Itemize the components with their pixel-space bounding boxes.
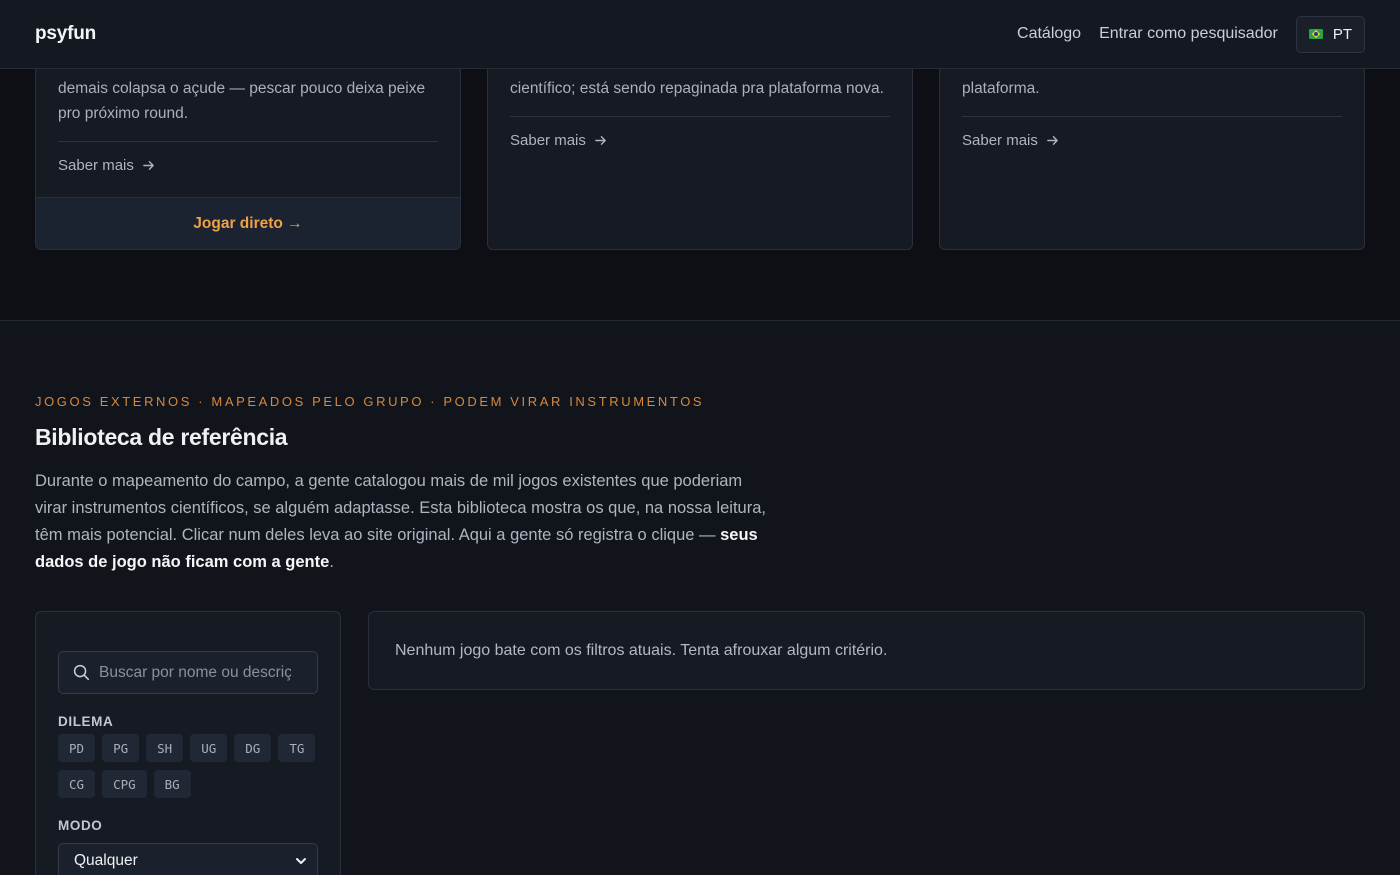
dilemma-chip-bg[interactable]: BG bbox=[153, 770, 191, 798]
library-title: Biblioteca de referência bbox=[35, 424, 288, 450]
learn-more-label: Saber mais bbox=[962, 132, 1038, 149]
card-divider bbox=[510, 116, 890, 117]
library-intro-end: . bbox=[329, 553, 334, 571]
brand-logo[interactable]: psyfun bbox=[35, 23, 96, 45]
card-divider bbox=[962, 116, 1342, 117]
nav-catalog-link[interactable]: Catálogo bbox=[1017, 25, 1081, 43]
play-direct-button[interactable]: Jogar direto → bbox=[36, 197, 460, 249]
empty-results-message: Nenhum jogo bate com os filtros atuais. … bbox=[395, 641, 888, 659]
arrow-right-icon bbox=[1047, 136, 1058, 145]
arrow-right-icon bbox=[595, 136, 606, 145]
filters-panel: DILEMA PD PG SH UG DG TG CG CPG BG MODO … bbox=[35, 611, 341, 875]
chevron-down-icon bbox=[296, 858, 306, 864]
library-eyebrow: JOGOS EXTERNOS · MAPEADOS PELO GRUPO · P… bbox=[35, 394, 705, 409]
search-icon bbox=[73, 664, 90, 681]
learn-more-link[interactable]: Saber mais bbox=[510, 132, 607, 149]
dilemma-filter-label: DILEMA bbox=[58, 714, 114, 729]
nav-researcher-login-link[interactable]: Entrar como pesquisador bbox=[1099, 25, 1278, 43]
card-divider bbox=[58, 141, 438, 142]
dilemma-chip-pd[interactable]: PD bbox=[58, 734, 96, 762]
top-navbar: psyfun Catálogo Entrar como pesquisador … bbox=[0, 0, 1400, 69]
search-field[interactable] bbox=[58, 651, 318, 694]
learn-more-link[interactable]: Saber mais bbox=[58, 157, 155, 174]
game-card-description: plataforma. bbox=[962, 80, 1040, 97]
brazil-flag-icon bbox=[1308, 29, 1323, 39]
language-switcher-button[interactable]: PT bbox=[1295, 15, 1365, 53]
dilemma-chip-sh[interactable]: SH bbox=[146, 734, 184, 762]
learn-more-link[interactable]: Saber mais bbox=[962, 132, 1059, 149]
learn-more-label: Saber mais bbox=[510, 132, 586, 149]
learn-more-label: Saber mais bbox=[58, 157, 134, 174]
search-input[interactable] bbox=[99, 663, 291, 682]
game-card-description: demais colapsa o açude — pescar pouco de… bbox=[58, 80, 426, 122]
library-intro: Durante o mapeamento do campo, a gente c… bbox=[35, 468, 775, 576]
dilemma-chip-cpg[interactable]: CPG bbox=[102, 770, 147, 798]
mode-filter-label: MODO bbox=[58, 818, 103, 833]
dilemma-chip-ug[interactable]: UG bbox=[190, 734, 228, 762]
dilemma-chip-dg[interactable]: DG bbox=[234, 734, 272, 762]
dilemma-chip-pg[interactable]: PG bbox=[102, 734, 140, 762]
nav-links: Catálogo Entrar como pesquisador PT bbox=[1017, 15, 1365, 53]
results-empty-state: Nenhum jogo bate com os filtros atuais. … bbox=[368, 611, 1365, 690]
arrow-right-icon bbox=[143, 161, 154, 170]
game-card-description: científico; está sendo repaginada pra pl… bbox=[510, 80, 884, 97]
dilemma-chip-cg[interactable]: CG bbox=[58, 770, 96, 798]
library-intro-text: Durante o mapeamento do campo, a gente c… bbox=[35, 472, 766, 544]
dilemma-chip-tg[interactable]: TG bbox=[278, 734, 316, 762]
language-code: PT bbox=[1332, 25, 1352, 43]
mode-select[interactable]: Qualquer bbox=[58, 843, 318, 875]
dilemma-chip-group: PD PG SH UG DG TG CG CPG BG bbox=[58, 734, 328, 798]
mode-select-value: Qualquer bbox=[74, 852, 138, 869]
